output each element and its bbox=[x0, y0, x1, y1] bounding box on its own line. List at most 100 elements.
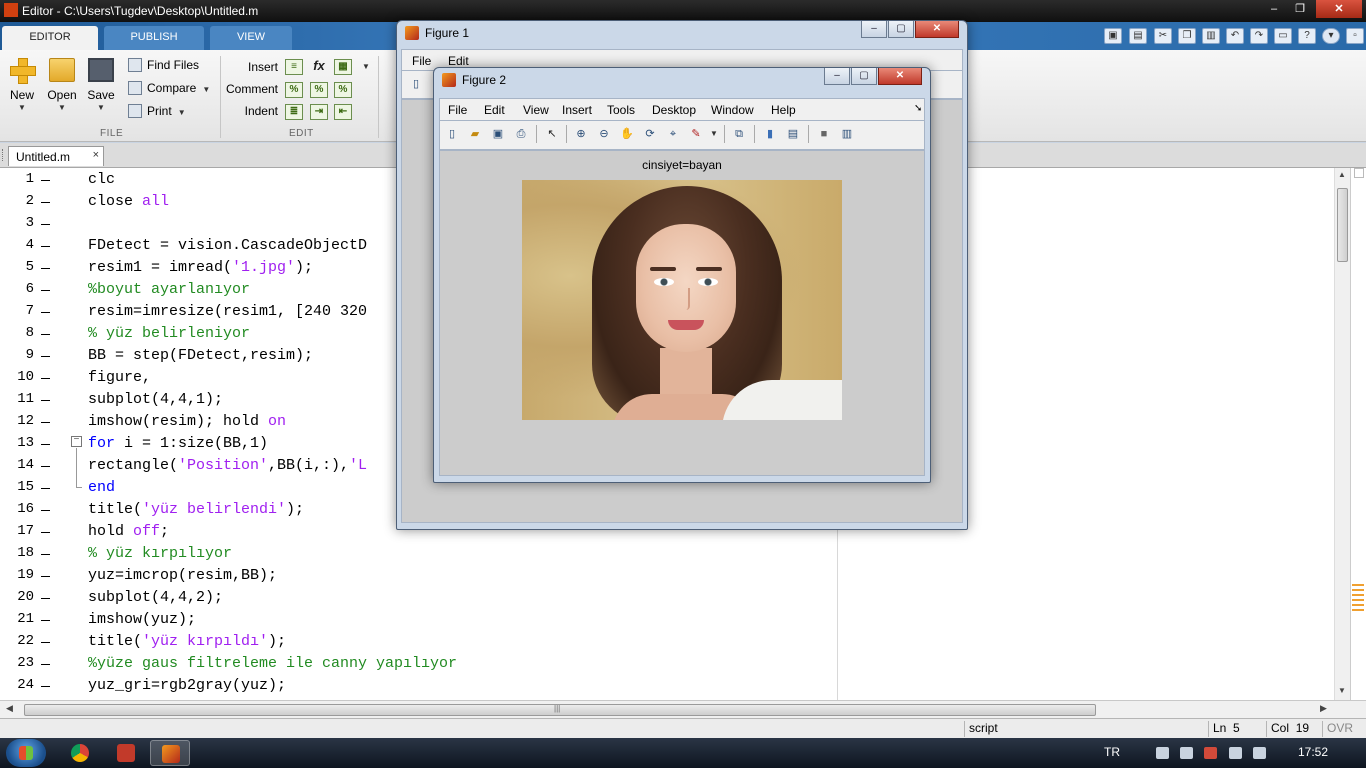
increase-indent-icon[interactable]: ⇥ bbox=[310, 104, 328, 120]
copy-icon[interactable]: ❐ bbox=[1178, 28, 1196, 44]
show-plot-tools-icon[interactable]: ▥ bbox=[839, 126, 855, 142]
code-line[interactable]: hold off; bbox=[88, 523, 169, 540]
breakpoint-slot[interactable] bbox=[41, 356, 50, 357]
indent-label[interactable]: Indent bbox=[218, 104, 278, 118]
save-figure-icon[interactable]: ▣ bbox=[490, 126, 506, 142]
uncomment-icon[interactable]: % bbox=[310, 82, 328, 98]
scroll-up-icon[interactable]: ▲ bbox=[1338, 170, 1346, 179]
insert-snippet-icon[interactable]: ▦ bbox=[334, 59, 352, 75]
zoom-out-icon[interactable]: ⊖ bbox=[596, 126, 612, 142]
breakpoint-slot[interactable] bbox=[41, 444, 50, 445]
network-icon[interactable] bbox=[1156, 747, 1169, 759]
help-icon[interactable]: ? bbox=[1298, 28, 1316, 44]
breakpoint-slot[interactable] bbox=[41, 422, 50, 423]
code-fold-toggle[interactable]: − bbox=[71, 436, 82, 447]
find-files-button[interactable]: Find Files bbox=[128, 58, 199, 76]
switch-windows-icon[interactable]: ▭ bbox=[1274, 28, 1292, 44]
breakpoint-slot[interactable] bbox=[41, 268, 50, 269]
figure-1-close-button[interactable]: ✕ bbox=[915, 21, 959, 38]
breakpoint-slot[interactable] bbox=[41, 686, 50, 687]
clock[interactable]: 17:52 bbox=[1298, 745, 1328, 759]
compare-button[interactable]: Compare ▼ bbox=[128, 81, 210, 99]
close-tab-icon[interactable]: × bbox=[93, 149, 99, 161]
vertical-scroll-thumb[interactable] bbox=[1337, 188, 1348, 262]
code-line[interactable]: yuz_gri=rgb2gray(yuz); bbox=[88, 677, 286, 694]
smart-indent-icon[interactable]: ≣ bbox=[285, 104, 303, 120]
display-icon[interactable] bbox=[1229, 747, 1242, 759]
drag-grip[interactable] bbox=[2, 149, 5, 161]
taskbar-app[interactable] bbox=[106, 740, 146, 766]
code-line[interactable]: clc bbox=[88, 171, 115, 188]
code-line[interactable]: rectangle('Position',BB(i,:),'L bbox=[88, 457, 367, 474]
search-docs-icon[interactable]: ▣ bbox=[1104, 28, 1122, 44]
chevron-down-icon[interactable]: ▼ bbox=[362, 62, 370, 71]
tab-view[interactable]: VIEW bbox=[210, 26, 292, 50]
code-line[interactable]: figure, bbox=[88, 369, 151, 386]
figure-2-close-button[interactable]: ✕ bbox=[878, 68, 922, 85]
code-line[interactable]: % yüz kırpılıyor bbox=[88, 545, 232, 562]
insert-label[interactable]: Insert bbox=[218, 60, 278, 74]
horizontal-scrollbar[interactable]: ◀ ||| ▶ bbox=[0, 700, 1366, 718]
zoom-in-icon[interactable]: ⊕ bbox=[573, 126, 589, 142]
toolstrip-expand-icon[interactable]: ▫ bbox=[1346, 28, 1364, 44]
code-line[interactable]: subplot(4,4,1); bbox=[88, 391, 223, 408]
breakpoint-slot[interactable] bbox=[41, 510, 50, 511]
start-button[interactable] bbox=[6, 739, 46, 767]
breakpoint-slot[interactable] bbox=[41, 532, 50, 533]
comment-icon[interactable]: % bbox=[285, 82, 303, 98]
close-button[interactable]: ✕ bbox=[1316, 0, 1362, 18]
code-line[interactable]: subplot(4,4,2); bbox=[88, 589, 223, 606]
new-figure-icon[interactable]: ▯ bbox=[408, 76, 424, 92]
warning-marker[interactable] bbox=[1352, 599, 1364, 601]
chevron-down-icon[interactable]: ▼ bbox=[706, 126, 722, 142]
breakpoint-slot[interactable] bbox=[41, 290, 50, 291]
new-figure-icon[interactable]: ▯ bbox=[444, 126, 460, 142]
menu-edit[interactable]: Edit bbox=[448, 54, 469, 68]
menu-view[interactable]: View bbox=[523, 103, 549, 117]
menu-desktop[interactable]: Desktop bbox=[652, 103, 696, 117]
breakpoint-slot[interactable] bbox=[41, 664, 50, 665]
menu-file[interactable]: File bbox=[448, 103, 467, 117]
tab-editor[interactable]: EDITOR bbox=[2, 26, 98, 50]
scroll-left-icon[interactable]: ◀ bbox=[6, 703, 13, 714]
menu-file[interactable]: File bbox=[412, 54, 431, 68]
redo-icon[interactable]: ↷ bbox=[1250, 28, 1268, 44]
undo-icon[interactable]: ↶ bbox=[1226, 28, 1244, 44]
save-all-icon[interactable]: ▤ bbox=[1129, 28, 1147, 44]
code-line[interactable]: for i = 1:size(BB,1) bbox=[88, 435, 268, 452]
scroll-right-icon[interactable]: ▶ bbox=[1320, 703, 1327, 714]
legend-icon[interactable]: ▤ bbox=[785, 126, 801, 142]
code-line[interactable]: resim=imresize(resim1, [240 320 bbox=[88, 303, 367, 320]
wrap-comments-icon[interactable]: % bbox=[334, 82, 352, 98]
menu-insert[interactable]: Insert bbox=[562, 103, 592, 117]
breakpoint-slot[interactable] bbox=[41, 576, 50, 577]
code-line[interactable]: title('yüz kırpıldı'); bbox=[88, 633, 286, 650]
figure-2-maximize-button[interactable]: ▢ bbox=[851, 68, 877, 85]
code-line[interactable]: yuz=imcrop(resim,BB); bbox=[88, 567, 277, 584]
code-line[interactable]: imshow(yuz); bbox=[88, 611, 196, 628]
chevron-down-icon[interactable]: ▾ bbox=[1322, 28, 1340, 44]
tab-untitled-m[interactable]: Untitled.m × bbox=[8, 146, 104, 166]
menu-edit[interactable]: Edit bbox=[484, 103, 505, 117]
cut-icon[interactable]: ✂ bbox=[1154, 28, 1172, 44]
breakpoint-slot[interactable] bbox=[41, 202, 50, 203]
code-line[interactable]: % yüz belirleniyor bbox=[88, 325, 250, 342]
open-file-icon[interactable]: ▰ bbox=[467, 126, 483, 142]
breakpoint-slot[interactable] bbox=[41, 180, 50, 181]
maximize-button[interactable]: ❐ bbox=[1288, 0, 1312, 18]
breakpoint-slot[interactable] bbox=[41, 246, 50, 247]
breakpoint-slot[interactable] bbox=[41, 400, 50, 401]
warning-marker[interactable] bbox=[1352, 584, 1364, 586]
warning-marker[interactable] bbox=[1352, 604, 1364, 606]
link-plot-icon[interactable]: ⧉ bbox=[731, 126, 747, 142]
code-line[interactable]: BB = step(FDetect,resim); bbox=[88, 347, 313, 364]
security-alert-icon[interactable] bbox=[1204, 747, 1217, 759]
breakpoint-slot[interactable] bbox=[41, 378, 50, 379]
breakpoint-slot[interactable] bbox=[41, 554, 50, 555]
pan-hand-icon[interactable]: ✋ bbox=[619, 126, 635, 142]
print-button[interactable]: Print ▼ bbox=[128, 104, 186, 122]
taskbar-chrome[interactable] bbox=[60, 740, 100, 766]
scroll-down-icon[interactable]: ▼ bbox=[1338, 686, 1346, 695]
breakpoint-slot[interactable] bbox=[41, 598, 50, 599]
code-line[interactable]: title('yüz belirlendi'); bbox=[88, 501, 304, 518]
